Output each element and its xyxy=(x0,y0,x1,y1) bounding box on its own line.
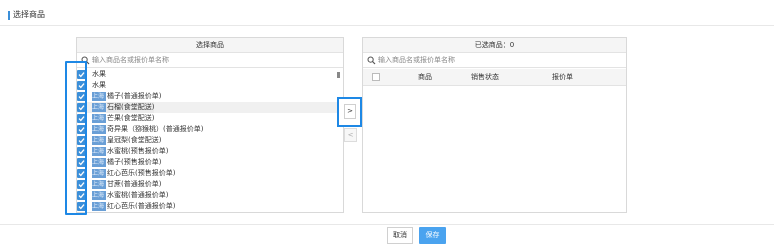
goods-list-item[interactable]: 水果 xyxy=(77,69,337,80)
page-header: 选择商品 xyxy=(0,0,774,26)
region-tag: 上海 xyxy=(92,191,106,200)
selected-table-header: 商品 销售状态 报价单 xyxy=(363,69,626,86)
page-title: 选择商品 xyxy=(13,10,45,19)
item-label: 水果 xyxy=(92,70,106,78)
region-tag: 上海 xyxy=(92,114,106,123)
region-tag: 上海 xyxy=(92,136,106,145)
item-label: 红心芭乐(普通报价单) xyxy=(107,202,176,210)
left-search-row xyxy=(77,53,343,68)
goods-list-item[interactable]: 上海 皇冠梨(食堂配送) xyxy=(77,135,337,146)
item-label: 奇异果（猕猴桃）(普通报价单) xyxy=(107,125,204,133)
goods-list-item[interactable]: 上海 红心芭乐(预售报价单) xyxy=(77,168,337,179)
region-tag: 上海 xyxy=(92,103,106,112)
region-tag: 上海 xyxy=(92,202,106,211)
item-label: 橘子(普通报价单) xyxy=(107,92,162,100)
region-tag: 上海 xyxy=(92,125,106,134)
item-label: 橘子(预售报价单) xyxy=(107,158,162,166)
region-tag: 上海 xyxy=(92,92,106,101)
left-panel-title: 选择商品 xyxy=(77,38,343,53)
save-button[interactable]: 保存 xyxy=(419,227,446,244)
region-tag: 上海 xyxy=(92,158,106,167)
right-panel-title: 已选商品：0 xyxy=(363,38,626,53)
item-label: 甘蔗(普通报价单) xyxy=(107,180,162,188)
right-search-input[interactable] xyxy=(378,54,618,66)
checkbox-column-highlight xyxy=(65,61,87,215)
goods-list-item[interactable]: 上海 水蜜桃(普通报价单) xyxy=(77,190,337,201)
region-tag: 上海 xyxy=(92,147,106,156)
goods-list-item[interactable]: 上海 橘子(普通报价单) xyxy=(77,91,337,102)
move-right-button[interactable]: > xyxy=(344,104,356,119)
column-sale-status: 销售状态 xyxy=(471,73,499,81)
goods-list-item[interactable]: 上海 红心芭乐(普通报价单) xyxy=(77,201,337,212)
goods-list-item[interactable]: 上海 橘子(预售报价单) xyxy=(77,157,337,168)
item-label: 红心芭乐(预售报价单) xyxy=(107,169,176,177)
item-label: 水蜜桃(普通报价单) xyxy=(107,191,169,199)
goods-list: 水果 水果 上海 橘子(普通报价单) 上海 石榴(食堂配送) 上海 芒果(食堂配送) 上海 奇异果… xyxy=(77,69,343,212)
item-label: 水果 xyxy=(92,81,106,89)
column-goods: 商品 xyxy=(418,73,432,81)
region-tag: 上海 xyxy=(92,180,106,189)
region-tag: 上海 xyxy=(92,169,106,178)
goods-list-item[interactable]: 上海 甘蔗(普通报价单) xyxy=(77,179,337,190)
item-label: 水蜜桃(预售报价单) xyxy=(107,147,169,155)
move-left-button[interactable]: < xyxy=(344,128,357,142)
selected-goods-panel: 已选商品：0 商品 销售状态 报价单 xyxy=(362,37,627,213)
goods-list-item[interactable]: 上海 奇异果（猕猴桃）(普通报价单) xyxy=(77,124,337,135)
list-scrollbar[interactable] xyxy=(337,72,340,78)
goods-list-item[interactable]: 上海 芒果(食堂配送) xyxy=(77,113,337,124)
title-accent-bar xyxy=(8,11,10,20)
available-goods-panel: 选择商品 水果水果上海橘子(普通报价单)上海石榴(食堂配送)上海芒果(食堂配送)… xyxy=(76,37,344,213)
left-search-input[interactable] xyxy=(92,54,332,66)
select-all-checkbox[interactable] xyxy=(372,73,380,81)
item-label: 皇冠梨(食堂配送) xyxy=(107,136,162,144)
item-label: 芒果(食堂配送) xyxy=(107,114,155,122)
goods-list-item[interactable]: 上海 水蜜桃(预售报价单) xyxy=(77,146,337,157)
footer-divider xyxy=(0,224,774,225)
move-right-highlight: > xyxy=(337,97,362,127)
goods-list-item[interactable]: 上海 石榴(食堂配送) xyxy=(77,102,337,113)
item-label: 石榴(食堂配送) xyxy=(107,102,155,113)
column-quote: 报价单 xyxy=(552,73,573,81)
search-icon xyxy=(367,56,376,65)
goods-list-item[interactable]: 水果 xyxy=(77,80,337,91)
right-search-row xyxy=(363,53,626,68)
cancel-button[interactable]: 取消 xyxy=(387,227,413,244)
